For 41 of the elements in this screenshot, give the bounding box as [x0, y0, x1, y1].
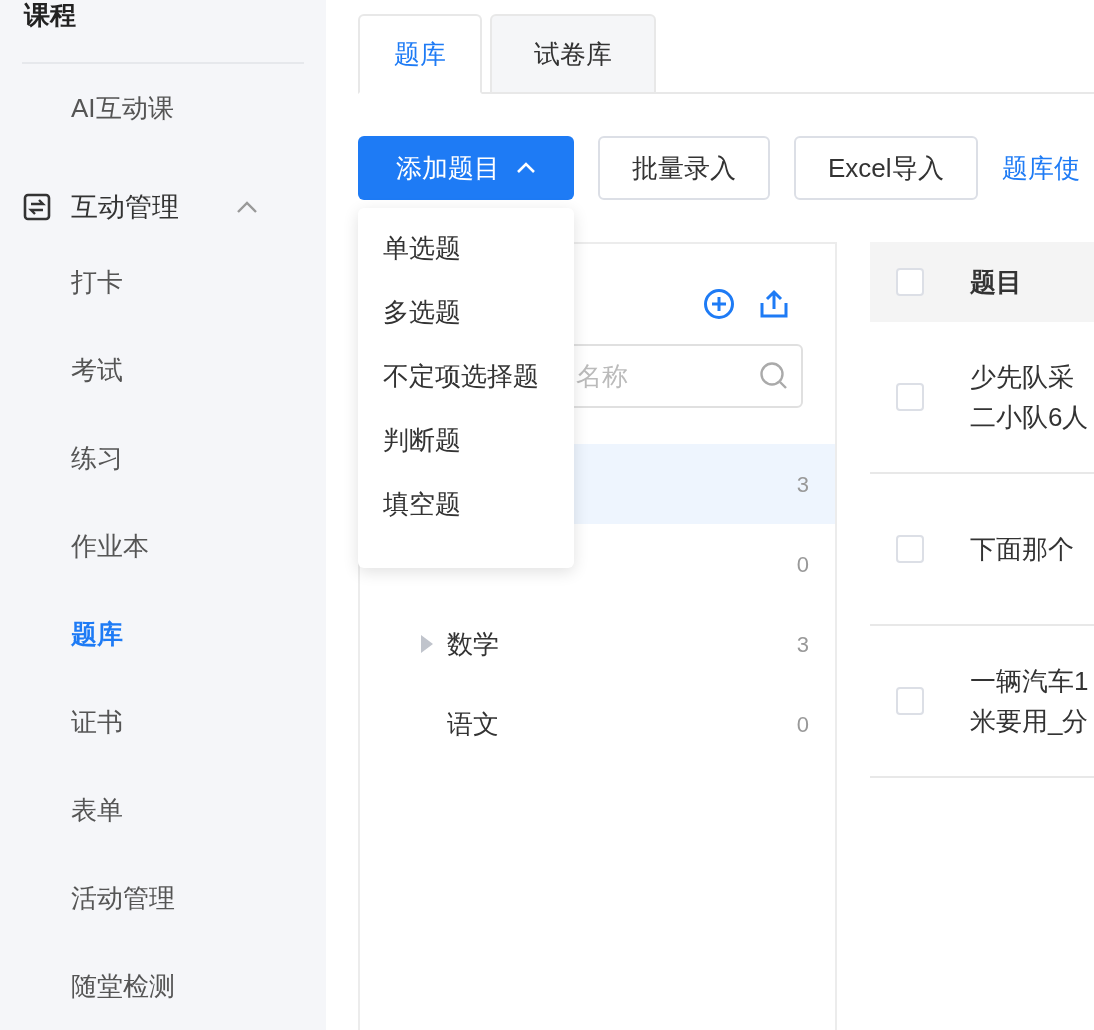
expand-triangle-icon[interactable]: [421, 635, 433, 653]
menu-item[interactable]: 表单: [0, 766, 326, 854]
chevron-icon: [516, 162, 536, 174]
count: 3: [796, 470, 809, 499]
dropdown-item[interactable]: 单选题: [358, 216, 574, 280]
menu-item[interactable]: 作业本: [0, 502, 326, 590]
upload-icon[interactable]: [759, 289, 789, 319]
chevron-icon: [236, 200, 258, 214]
question-text: 少先队采 二小队6人: [970, 361, 1089, 434]
menu-item[interactable]: 打卡: [0, 238, 326, 326]
menu-item[interactable]: 考试: [0, 326, 326, 414]
tab[interactable]: 试卷库: [490, 14, 656, 94]
tab[interactable]: 题库: [358, 14, 482, 94]
count: 3: [796, 630, 809, 659]
search-icon: [759, 361, 789, 391]
add-question-button[interactable]: 添加题目: [358, 136, 574, 200]
menu-group[interactable]: 互动管理: [0, 176, 326, 238]
count: 0: [796, 710, 809, 739]
menu-item[interactable]: 活动管理: [0, 854, 326, 942]
dropdown-item[interactable]: 多选题: [358, 280, 574, 344]
section-title: 课程: [24, 0, 77, 30]
toolbar-button[interactable]: Excel导入: [794, 136, 978, 200]
question-text: 一辆汽车1 米要用_分: [970, 665, 1089, 738]
column-header: 题目: [970, 265, 1022, 299]
menu-item[interactable]: 随堂检测: [0, 942, 326, 1030]
tree-label: 语文: [447, 707, 500, 741]
checkbox[interactable]: [896, 535, 924, 563]
checkbox[interactable]: [896, 383, 924, 411]
checkbox[interactable]: [896, 268, 924, 296]
menu-item[interactable]: 证书: [0, 678, 326, 766]
menu-item[interactable]: 练习: [0, 414, 326, 502]
add-icon[interactable]: [703, 288, 735, 320]
help-link[interactable]: 题库使: [1001, 148, 1080, 188]
tree-label: 数学: [447, 627, 500, 661]
count: 0: [796, 550, 809, 579]
checkbox[interactable]: [896, 687, 924, 715]
menu-item[interactable]: 题库: [0, 590, 326, 678]
toolbar-button[interactable]: 批量录入: [598, 136, 770, 200]
question-text: 下面那个: [970, 533, 1074, 566]
swap-icon: [23, 193, 51, 221]
menu-item[interactable]: AI互动课: [0, 64, 326, 152]
